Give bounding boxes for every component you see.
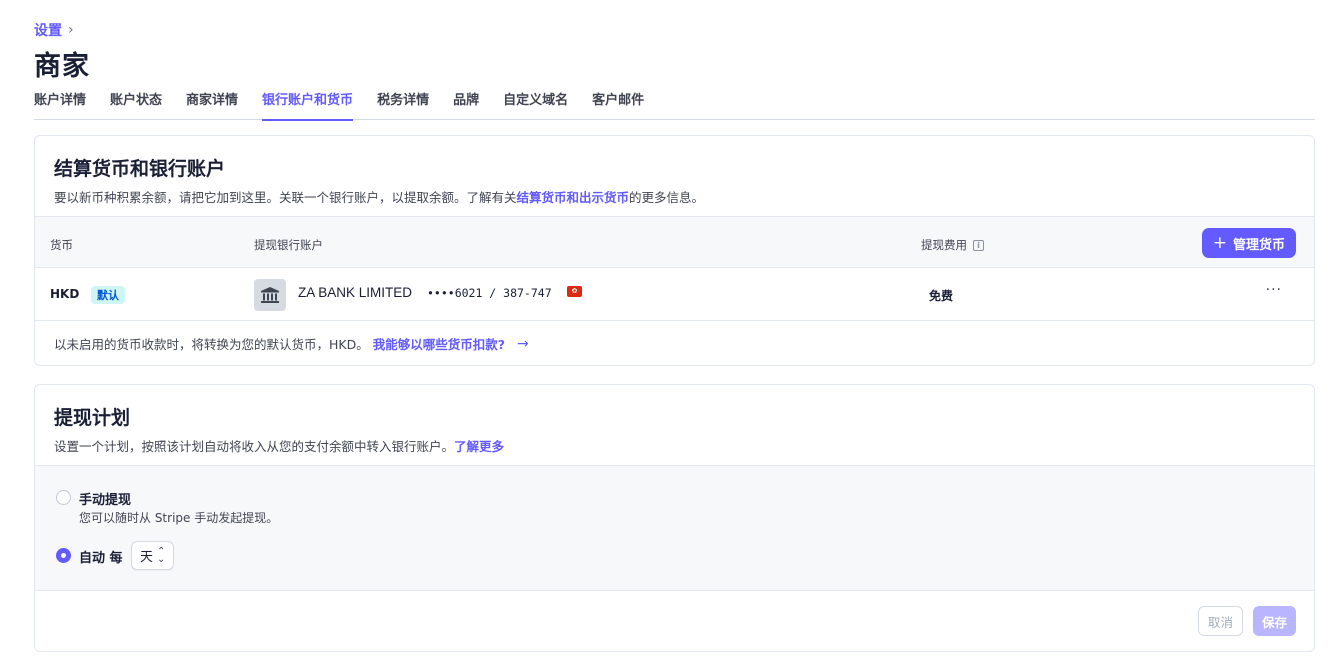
manual-payout-radio[interactable]	[56, 490, 71, 505]
payout-description: 设置一个计划，按照该计划自动将收入从您的支付余额中转入银行账户。了解更多	[54, 436, 1295, 455]
bank-icon	[254, 279, 286, 311]
automatic-payout-radio[interactable]	[56, 548, 71, 563]
currency-code: HKD	[50, 287, 80, 301]
tab-business-details[interactable]: 商家详情	[186, 91, 238, 120]
tab-account-status[interactable]: 账户状态	[110, 91, 162, 120]
page-title: 商家	[34, 51, 90, 82]
manual-payout-description: 您可以随时从 Stripe 手动发起提现。	[79, 511, 279, 525]
plus-icon: +	[1212, 232, 1227, 253]
automatic-payout-label[interactable]: 自动 每	[79, 547, 123, 566]
breadcrumb-settings-link[interactable]: 设置	[34, 20, 62, 40]
payout-options: 手动提现 您可以随时从 Stripe 手动发起提现。 自动 每 天 ⌃ ⌄	[35, 465, 1314, 591]
column-header-currency: 货币	[50, 238, 73, 252]
manage-currencies-button[interactable]: + 管理货币	[1201, 228, 1296, 258]
column-header-fee: 提现费用 i	[921, 237, 984, 253]
payout-title: 提现计划	[54, 407, 131, 429]
table-row[interactable]: HKD 默认 ZA BANK LIMITED ••••6021 / 387-74…	[35, 268, 1314, 321]
tab-bank-accounts-currencies[interactable]: 银行账户和货币	[262, 91, 354, 121]
settlement-desc-prefix: 要以新币种积累余额，请把它加到这里。关联一个银行账户，以提取余额。了解有关	[54, 190, 517, 205]
bank-building-icon	[261, 287, 279, 303]
currency-conversion-note: 以未启用的货币收款时，将转换为您的默认货币，HKD。 我能够以哪些货币扣款? →	[54, 334, 529, 353]
payout-interval-value: 天	[140, 550, 154, 565]
conversion-note-text: 以未启用的货币收款时，将转换为您的默认货币，HKD。	[54, 337, 369, 352]
supported-currencies-link[interactable]: 我能够以哪些货币扣款?	[373, 334, 505, 353]
payout-schedule-card: 提现计划 设置一个计划，按照该计划自动将收入从您的支付余额中转入银行账户。了解更…	[34, 384, 1315, 652]
tab-account-details[interactable]: 账户详情	[34, 91, 86, 120]
chevron-up-down-icon: ⌃ ⌄	[157, 545, 166, 565]
bank-account-number: ••••6021 / 387-747	[427, 286, 552, 300]
column-header-bank: 提现银行账户	[254, 238, 323, 252]
chevron-right-icon: ›	[68, 22, 74, 38]
tab-custom-domains[interactable]: 自定义域名	[503, 91, 568, 120]
manage-currencies-label: 管理货币	[1232, 237, 1285, 253]
settlement-currency-link[interactable]: 结算货币和出示货币	[517, 190, 630, 205]
tab-bar: 账户详情 账户状态 商家详情 银行账户和货币 税务详情 品牌 自定义域名 客户邮…	[34, 91, 1315, 121]
cancel-button[interactable]: 取消	[1197, 606, 1243, 636]
payout-header: 提现计划 设置一个计划，按照该计划自动将收入从您的支付余额中转入银行账户。了解更…	[35, 385, 1314, 465]
column-header-fee-label: 提现费用	[921, 238, 967, 252]
info-icon[interactable]: i	[973, 239, 984, 251]
settlement-description: 要以新币种积累余额，请把它加到这里。关联一个银行账户，以提取余额。了解有关结算货…	[54, 187, 1295, 206]
settlement-desc-suffix: 的更多信息。	[629, 190, 705, 205]
arrow-right-icon[interactable]: →	[517, 336, 529, 352]
bank-name: ZA BANK LIMITED	[298, 285, 413, 300]
save-button[interactable]: 保存	[1252, 606, 1296, 636]
more-actions-icon[interactable]: ···	[1266, 282, 1282, 298]
payout-desc-text: 设置一个计划，按照该计划自动将收入从您的支付余额中转入银行账户。	[54, 439, 455, 454]
learn-more-link[interactable]: 了解更多	[454, 439, 504, 454]
tab-customer-emails[interactable]: 客户邮件	[592, 91, 644, 120]
tab-tax-details[interactable]: 税务详情	[377, 91, 429, 120]
tab-branding[interactable]: 品牌	[453, 91, 479, 120]
breadcrumb: 设置 ›	[34, 20, 74, 40]
settlement-card: 结算货币和银行账户 要以新币种积累余额，请把它加到这里。关联一个银行账户，以提取…	[34, 135, 1315, 366]
payout-interval-select[interactable]: 天 ⌃ ⌄	[131, 541, 175, 570]
currency-table-header: 货币 提现银行账户 提现费用 i + 管理货币	[35, 216, 1314, 268]
manual-payout-label[interactable]: 手动提现	[79, 489, 131, 508]
settlement-header: 结算货币和银行账户 要以新币种积累余额，请把它加到这里。关联一个银行账户，以提取…	[35, 136, 1314, 216]
default-badge: 默认	[91, 286, 125, 304]
settlement-title: 结算货币和银行账户	[54, 158, 226, 180]
payout-fee-value: 免费	[929, 289, 954, 303]
hong-kong-flag-icon: ✿	[567, 286, 582, 297]
